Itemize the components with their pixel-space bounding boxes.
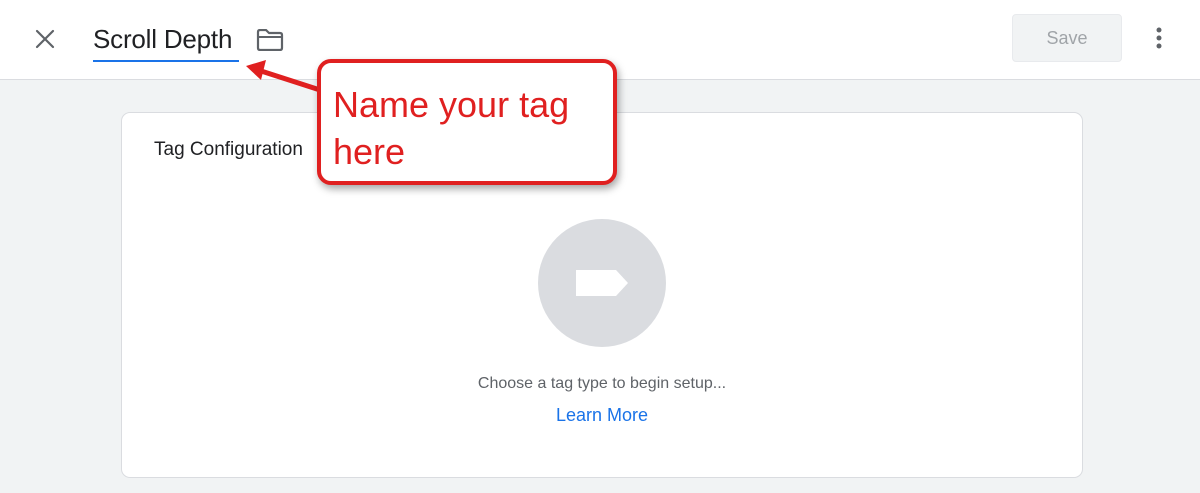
tag-icon — [576, 270, 628, 296]
tag-name-underline — [93, 60, 239, 62]
close-button[interactable] — [28, 22, 62, 56]
card-title: Tag Configuration — [154, 139, 303, 160]
tag-name-field[interactable]: Scroll Depth — [93, 20, 239, 64]
learn-more-link[interactable]: Learn More — [122, 405, 1082, 426]
more-vert-icon — [1156, 27, 1162, 49]
save-button[interactable]: Save — [1012, 14, 1122, 62]
folder-icon — [256, 29, 284, 51]
more-options-button[interactable] — [1146, 22, 1172, 54]
tag-name-input[interactable]: Scroll Depth — [93, 20, 234, 58]
close-icon — [35, 29, 55, 49]
annotation-callout: Name your tag here — [317, 59, 617, 185]
annotation-arrow — [246, 60, 323, 93]
tag-type-selector[interactable] — [538, 219, 666, 347]
setup-hint: Choose a tag type to begin setup... — [477, 375, 727, 392]
folder-button[interactable] — [254, 25, 286, 55]
